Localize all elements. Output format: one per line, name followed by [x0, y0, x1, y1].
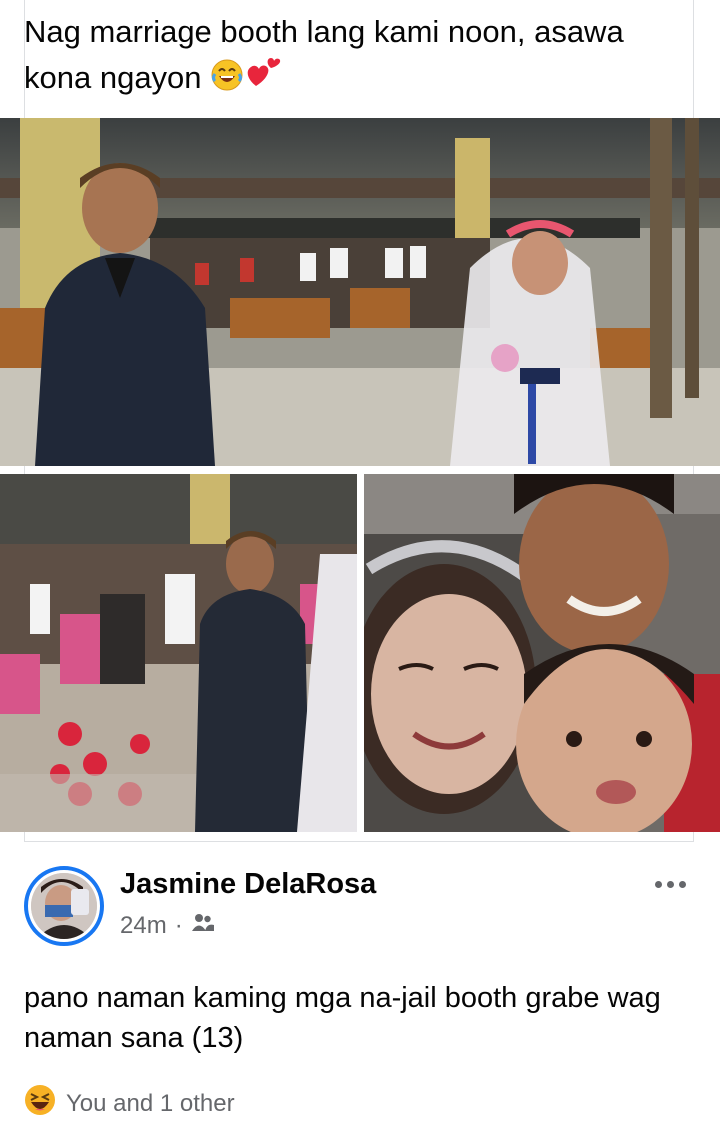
haha-reaction-icon — [24, 1084, 56, 1123]
post-text: pano naman kaming mga na-jail booth grab… — [24, 982, 661, 1054]
dot-icon — [666, 880, 674, 888]
meta-separator: · — [174, 912, 183, 939]
reactions-text: You and 1 other — [66, 1089, 235, 1117]
wedding-booth-side-photo[interactable] — [0, 474, 357, 832]
reactions-summary[interactable]: You and 1 other — [24, 1084, 235, 1123]
caption-text: Nag marriage booth lang kami noon, asawa… — [24, 14, 624, 95]
friends-icon[interactable] — [191, 912, 215, 940]
heart-emoji-icon — [244, 52, 284, 102]
family-selfie-photo[interactable] — [364, 474, 720, 832]
post-meta: 24m · — [120, 912, 215, 940]
shared-post-caption: Nag marriage booth lang kami noon, asawa… — [24, 12, 674, 102]
wedding-booth-main-photo[interactable] — [0, 118, 720, 466]
dot-icon — [654, 880, 662, 888]
avatar — [31, 873, 97, 939]
laughing-tears-emoji-icon — [210, 58, 244, 102]
more-options-button[interactable] — [640, 866, 700, 902]
dot-icon — [678, 880, 686, 888]
author-avatar-story-ring[interactable] — [24, 866, 104, 946]
post-time[interactable]: 24m — [120, 912, 167, 940]
author-name[interactable]: Jasmine DelaRosa — [120, 868, 376, 901]
